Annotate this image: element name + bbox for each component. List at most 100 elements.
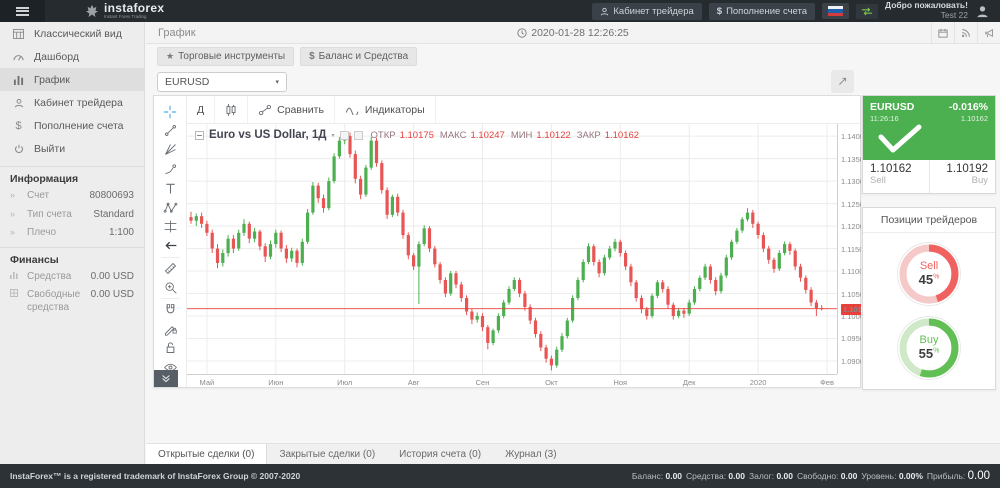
top-header: instaforex Instant Forex Trading Кабинет… [0,0,1000,22]
text-tool[interactable] [160,179,180,198]
trading-instruments-button[interactable]: ★ Торговые инструменты [157,47,294,66]
sell-quote-button[interactable]: 1.10162 Sell [863,160,929,193]
tab-closed-trades[interactable]: Закрытые сделки (0) [267,444,387,464]
sidebar-item-label: Выйти [34,143,65,155]
rss-button[interactable] [954,22,977,43]
finance-section-title: Финансы [0,247,144,268]
info-label: Счет [27,190,90,203]
chart-type-button[interactable] [215,96,248,123]
trend-line-tool[interactable] [160,121,180,140]
rss-icon [961,28,971,38]
sidebar-item-dashboard[interactable]: Дашборд [0,45,144,68]
sidebar-item-label: Пополнение счета [34,120,124,132]
measure-tool[interactable] [160,259,180,278]
lock-tool[interactable] [160,338,180,357]
sidebar-item-chart[interactable]: График [0,68,144,91]
legend-collapse-button[interactable] [195,131,204,140]
finance-row-funds: Средства 0.00 USD [0,268,144,287]
bar-chart-icon [12,75,25,85]
sidebar-item-classic-view[interactable]: Классический вид [0,22,144,45]
compare-icon [258,104,272,116]
buy-gauge-percent: 55 [919,346,933,361]
current-price-tag: 1.10162 [841,304,861,315]
language-flag-button[interactable] [822,3,849,19]
sidebar-item-logout[interactable]: Выйти [0,137,144,160]
info-row-account: » Счет 80800693 [0,187,144,206]
info-value: 1:100 [109,227,134,238]
deposit-button[interactable]: $ Пополнение счета [709,3,815,20]
logo-title: instaforex [104,2,164,14]
hamburger-menu-button[interactable] [0,0,45,22]
grid-mini-icon [10,289,20,297]
finance-row-free-funds: Свободные средства 0.00 USD [0,286,144,317]
announcements-button[interactable] [977,22,1000,43]
candlestick-chart[interactable] [187,124,837,374]
calendar-button[interactable] [931,22,954,43]
info-value: Standard [93,209,134,220]
time-axis[interactable]: МайИюнИюлАвгСенОктНояДек2020Фев [187,374,837,389]
time-tick: Май [200,378,215,387]
sidebar-item-deposit[interactable]: $ Пополнение счета [0,114,144,137]
dollar-icon: $ [717,6,722,17]
percent-sign: % [933,348,939,355]
russian-flag-icon [828,6,843,16]
gann-fibonacci-tool[interactable] [160,140,180,159]
time-tick: Фев [820,378,834,387]
compare-button[interactable]: Сравнить [248,96,335,123]
username: Test 22 [885,11,968,21]
sidebar-item-trader-cabinet[interactable]: Кабинет трейдера [0,91,144,114]
position-tool[interactable] [160,217,180,236]
interval-button[interactable]: Д [187,96,215,123]
exchange-button[interactable] [856,4,878,19]
calendar-icon [938,28,948,38]
finance-value: 0.00 USD [91,271,134,282]
drawing-lock-tool[interactable] [160,319,180,338]
indicators-button[interactable]: Индикаторы [335,96,436,123]
symbol-select-value: EURUSD [165,76,209,88]
drawing-toolbar [154,96,187,387]
avatar-icon[interactable] [975,4,990,19]
magnet-tool[interactable] [160,300,180,319]
time-tick: Авг [408,378,420,387]
crosshair-tool[interactable] [160,102,180,121]
buy-quote-button[interactable]: 1.10192 Buy [929,160,996,193]
legend-settings-button[interactable] [354,131,363,140]
logo-subtitle: Instant Forex Trading [104,15,164,20]
brush-tool[interactable] [160,160,180,179]
tab-journal[interactable]: Журнал (3) [493,444,569,464]
zoom-in-tool[interactable] [160,278,180,297]
account-stats: Баланс: 0.00Средства: 0.00Залог: 0.00Сво… [632,470,1000,482]
open-label: ОТКР [371,130,396,141]
xabcd-pattern-tool[interactable] [160,198,180,217]
account-stat: Уровень: 0.00% [861,471,923,481]
quote-change-percent: -0.016% [949,101,988,113]
percent-sign: % [933,274,939,281]
sidebar-item-label: Кабинет трейдера [34,97,123,109]
chart-region[interactable]: 1.140001.135001.130001.125001.120001.115… [187,124,860,387]
footer: InstaForex™ is a registered trademark of… [0,464,1000,488]
legend-style-button[interactable] [340,131,349,140]
arrow-marker-tool[interactable] [160,236,180,255]
tab-account-history[interactable]: История счета (0) [387,444,493,464]
low-label: МИН [511,130,533,141]
account-stat: Баланс: 0.00 [632,471,682,481]
trader-cabinet-button[interactable]: Кабинет трейдера [592,3,701,20]
quote-header: EURUSD -0.016% 11:26:16 1.10162 [863,96,995,160]
checkmark-icon [863,121,995,157]
sell-label: Sell [870,175,922,186]
tab-open-trades[interactable]: Открытые сделки (0) [146,444,267,464]
chart-mini-icon [10,271,20,279]
price-tick: 1.11500 [841,245,861,254]
double-chevron-icon: » [10,209,20,219]
price-axis[interactable]: 1.140001.135001.130001.125001.120001.115… [837,124,861,374]
symbol-row: EURUSD ▾ [146,68,1000,95]
info-value: 80800693 [90,190,135,201]
candlestick-icon [225,103,237,117]
symbol-select[interactable]: EURUSD ▾ [157,72,287,92]
toolbar-collapse-button[interactable] [154,370,178,387]
trading-instruments-label: Торговые инструменты [178,51,285,62]
balance-funds-button[interactable]: $ Баланс и Средства [300,47,417,66]
fullscreen-button[interactable] [831,70,854,93]
logo[interactable]: instaforex Instant Forex Trading [85,2,164,20]
table-icon [12,29,25,39]
